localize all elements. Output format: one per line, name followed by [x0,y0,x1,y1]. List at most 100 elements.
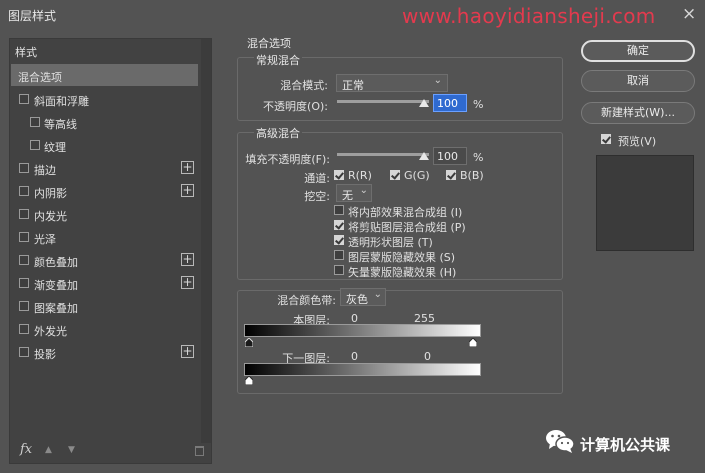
sidebar-item-label: 渐变叠加 [34,279,78,292]
fill-opacity-unit: % [473,151,484,164]
opacity-slider-track[interactable] [337,100,429,103]
cancel-button[interactable]: 取消 [581,70,695,92]
fx-icon[interactable]: fx [20,442,32,457]
advanced-blending-title: 高级混合 [254,125,302,141]
trash-icon[interactable] [195,446,204,456]
channel-b-label: B(B) [460,169,484,182]
option-label: 图层蒙版隐藏效果 (S) [348,251,456,264]
blend-mode-label: 混合模式: [280,79,328,92]
fill-opacity-slider-track[interactable] [337,153,429,156]
fill-opacity-slider-thumb[interactable] [419,152,429,160]
checkbox[interactable] [19,255,29,265]
channel-g-label: G(G) [404,169,430,182]
move-up-icon[interactable]: ▲ [45,445,52,455]
section-title: 混合选项 [247,37,291,50]
channel-name: 计算机公共课 [580,436,671,454]
option-label: 将内部效果混合成组 (I) [348,206,463,219]
sidebar-item-inner-shadow[interactable]: 内阴影 + [11,180,198,202]
watermark-text: www.haoyidiansheji.com [402,4,656,28]
checkbox[interactable] [19,324,29,334]
sidebar-item-inner-glow[interactable]: 内发光 [11,203,198,225]
this-layer-high-stop[interactable] [469,338,477,347]
checkbox[interactable] [30,140,40,150]
general-blending-title: 常规混合 [254,52,302,68]
sidebar-item-label: 等高线 [44,118,77,131]
checkbox[interactable] [334,205,344,215]
sidebar-item-color-overlay[interactable]: 颜色叠加 + [11,249,198,271]
knockout-value: 无 [342,189,353,202]
blend-if-value: 灰色 [346,293,368,306]
channels-label: 通道: [304,172,330,185]
add-icon[interactable]: + [181,345,194,358]
move-down-icon[interactable]: ▼ [68,445,75,455]
checkbox[interactable] [19,94,29,104]
blend-if-select[interactable]: 灰色 ⌄ [340,288,386,306]
sidebar-item-blending-options[interactable]: 混合选项 [11,64,198,86]
sidebar-item-outer-glow[interactable]: 外发光 [11,318,198,340]
checkbox[interactable] [19,186,29,196]
window-title: 图层样式 [8,9,57,23]
knockout-select[interactable]: 无 ⌄ [336,184,372,202]
sidebar-item-gradient-overlay[interactable]: 渐变叠加 + [11,272,198,294]
wechat-logo-icon [545,428,575,457]
checkbox[interactable] [601,134,611,144]
fill-opacity-label: 填充不透明度(F): [245,153,330,166]
new-style-button[interactable]: 新建样式(W)... [581,102,695,124]
sidebar-item-satin[interactable]: 光泽 [11,226,198,248]
fill-opacity-input[interactable]: 100 [433,147,467,165]
sidebar-item-drop-shadow[interactable]: 投影 + [11,341,198,363]
sidebar-item-label: 图案叠加 [34,302,78,315]
option-label: 将剪贴图层混合成组 (P) [348,221,466,234]
this-layer-low-stop[interactable] [245,338,253,347]
sidebar-item-pattern-overlay[interactable]: 图案叠加 [11,295,198,317]
sidebar-item-label: 光泽 [34,233,56,246]
preview-swatch [596,155,694,251]
ok-button[interactable]: 确定 [581,40,695,62]
sidebar-item-label: 外发光 [34,325,67,338]
checkbox[interactable] [19,209,29,219]
opacity-input[interactable]: 100 [433,94,467,112]
chevron-down-icon: ⌄ [373,289,382,300]
underlying-low-stop[interactable] [245,376,253,385]
checkbox[interactable] [446,170,456,180]
opacity-label: 不透明度(O): [263,100,328,113]
blend-mode-value: 正常 [342,79,364,92]
sidebar-scrollbar[interactable] [201,39,211,443]
preview-label: 预览(V) [618,135,657,148]
sidebar-item-label: 纹理 [44,141,66,154]
styles-panel: 样式 混合选项 斜面和浮雕 等高线 纹理 描边 + 内阴影 + 内发光 光泽 颜… [9,38,212,464]
sidebar-item-stroke[interactable]: 描边 + [11,157,198,179]
checkbox[interactable] [334,170,344,180]
blend-mode-select[interactable]: 正常 ⌄ [336,74,448,92]
sidebar-item-bevel-emboss[interactable]: 斜面和浮雕 [11,88,198,110]
close-icon[interactable]: × [682,4,696,24]
sidebar-item-label: 颜色叠加 [34,256,78,269]
checkbox[interactable] [334,235,344,245]
checkbox[interactable] [19,278,29,288]
sidebar-item-contour[interactable]: 等高线 [11,111,198,133]
sidebar-item-label: 投影 [34,348,56,361]
sidebar-item-label: 内阴影 [34,187,67,200]
sidebar-item-label: 内发光 [34,210,67,223]
chevron-down-icon: ⌄ [359,185,368,196]
checkbox[interactable] [334,220,344,230]
checkbox[interactable] [334,265,344,275]
checkbox[interactable] [19,163,29,173]
checkbox[interactable] [19,301,29,311]
sidebar-item-label: 描边 [34,164,56,177]
add-icon[interactable]: + [181,184,194,197]
add-icon[interactable]: + [181,161,194,174]
sidebar-item-texture[interactable]: 纹理 [11,134,198,156]
add-icon[interactable]: + [181,253,194,266]
checkbox[interactable] [390,170,400,180]
checkbox[interactable] [19,232,29,242]
option-label: 矢量蒙版隐藏效果 (H) [348,266,457,279]
option-label: 透明形状图层 (T) [348,236,433,249]
checkbox[interactable] [30,117,40,127]
opacity-slider-thumb[interactable] [419,99,429,107]
add-icon[interactable]: + [181,276,194,289]
checkbox[interactable] [19,347,29,357]
checkbox[interactable] [334,250,344,260]
this-layer-gradient-bar [244,324,481,337]
underlying-layer-gradient-bar [244,363,481,376]
